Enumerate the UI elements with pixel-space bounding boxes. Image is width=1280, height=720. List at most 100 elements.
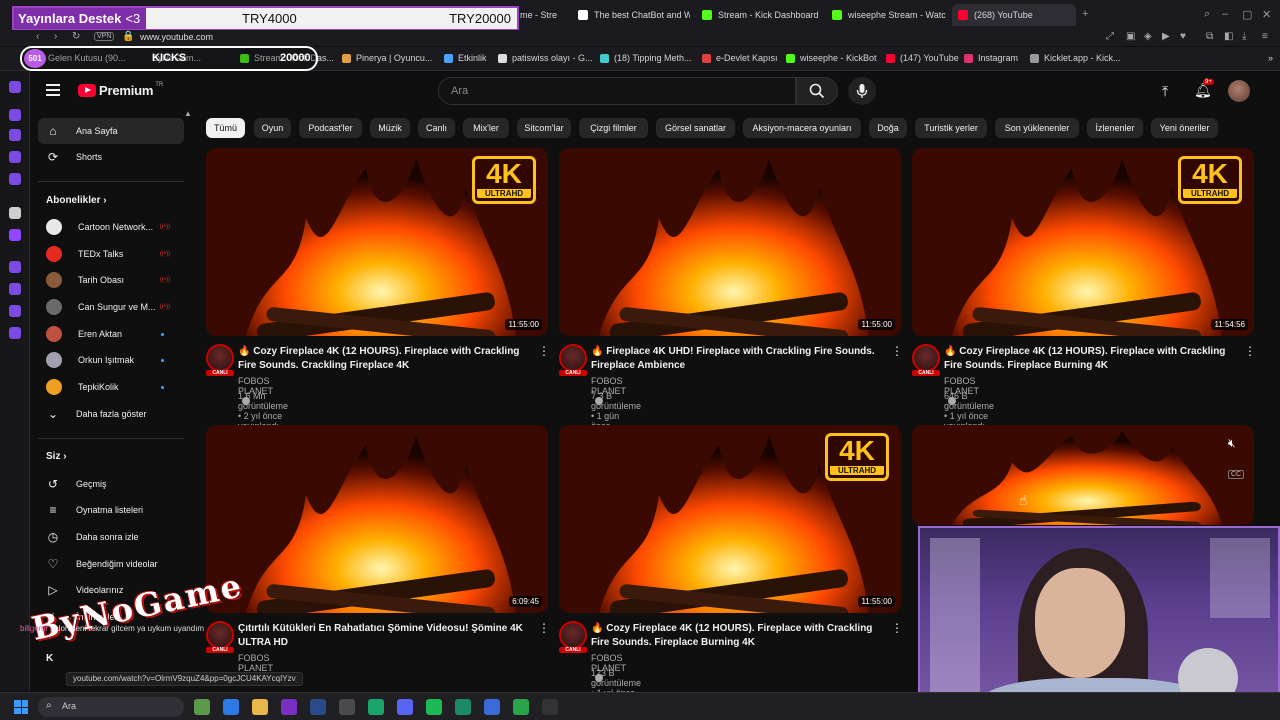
channel-avatar[interactable]: CANLI bbox=[912, 344, 940, 376]
sidebar-item-subscription[interactable]: Eren Aktan bbox=[38, 321, 184, 347]
chip[interactable]: Doğa bbox=[869, 118, 907, 138]
minimize-icon[interactable]: – bbox=[1222, 8, 1228, 20]
downloads-icon[interactable]: ⤓ bbox=[1242, 31, 1246, 42]
taskbar-app-icon[interactable] bbox=[455, 699, 471, 715]
start-button-icon[interactable] bbox=[14, 700, 28, 714]
bookmark-item[interactable]: Etkinlik bbox=[444, 53, 487, 63]
video-thumbnail[interactable]: 11:54:56 4K ULTRAHD bbox=[912, 148, 1254, 336]
sidebar-item-history[interactable]: ↺ Geçmiş bbox=[38, 471, 184, 497]
close-icon[interactable]: ✕ bbox=[1262, 8, 1271, 21]
taskbar-app-icon[interactable] bbox=[252, 699, 268, 715]
chip[interactable]: Sitcom'lar bbox=[517, 118, 571, 138]
video-title[interactable]: 🔥 Cozy Fireplace 4K (12 HOURS). Fireplac… bbox=[238, 345, 530, 373]
more-options-icon[interactable]: ⋮ bbox=[891, 621, 903, 635]
tab-kick-dashboard[interactable]: Stream - Kick Dashboard bbox=[696, 4, 822, 26]
you-header[interactable]: Siz › bbox=[46, 451, 67, 462]
mute-icon[interactable]: 🔇︎ bbox=[1228, 436, 1236, 451]
notifications-bell-icon[interactable]: 🔔︎ 9+ bbox=[1194, 79, 1214, 99]
taskbar-app-icon[interactable] bbox=[513, 699, 529, 715]
scroll-up-icon[interactable]: ▲ bbox=[184, 109, 192, 118]
sidebar-app-icon[interactable] bbox=[9, 261, 21, 273]
chip[interactable]: Turistik yerler bbox=[915, 118, 987, 138]
video-title[interactable]: 🔥 Cozy Fireplace 4K (12 HOURS). Fireplac… bbox=[591, 622, 883, 650]
reload-icon[interactable]: ↻ bbox=[72, 31, 80, 42]
screenshot-icon[interactable]: ▣ bbox=[1126, 31, 1135, 42]
menu-icon[interactable]: ≡ bbox=[1262, 31, 1268, 42]
taskbar-app-icon[interactable] bbox=[281, 699, 297, 715]
tab-youtube[interactable]: (268) YouTube bbox=[952, 4, 1076, 26]
taskbar-app-icon[interactable] bbox=[339, 699, 355, 715]
video-title[interactable]: 🔥 Fireplace 4K UHD! Fireplace with Crack… bbox=[591, 345, 883, 373]
sidebar-item-playlists[interactable]: ≡ Oynatma listeleri bbox=[38, 497, 184, 523]
sidebar-item-subscription[interactable]: Can Sungur ve M... ((•)) bbox=[38, 294, 184, 320]
chip[interactable]: Yeni öneriler bbox=[1151, 118, 1218, 138]
chip[interactable]: Görsel sanatlar bbox=[656, 118, 735, 138]
taskbar-app-icon[interactable] bbox=[310, 699, 326, 715]
settings-icon[interactable] bbox=[9, 327, 21, 339]
youtube-premium-logo[interactable]: Premium TR bbox=[78, 82, 163, 98]
chip[interactable]: Mix'ler bbox=[463, 118, 509, 138]
channel-avatar[interactable]: CANLI bbox=[206, 344, 234, 376]
chip[interactable]: Müzik bbox=[370, 118, 410, 138]
sidebar-app-icon[interactable] bbox=[9, 305, 21, 317]
tab-chatbot[interactable]: The best ChatBot and W bbox=[572, 4, 690, 26]
sidebar-item-subscription[interactable]: Orkun Işıtmak bbox=[38, 347, 184, 373]
bookmark-item[interactable]: Pinerya | Oyuncu... bbox=[342, 53, 432, 63]
more-options-icon[interactable]: ⋮ bbox=[891, 344, 903, 358]
bookmark-item[interactable]: Instagram bbox=[964, 53, 1018, 63]
sidebar-app-icon[interactable] bbox=[9, 207, 21, 219]
avatar[interactable] bbox=[1228, 80, 1250, 102]
bookmark-item[interactable]: (147) YouTube bbox=[886, 53, 959, 63]
video-thumbnail[interactable] bbox=[912, 425, 1254, 525]
heart-icon[interactable]: ♥ bbox=[1180, 31, 1186, 42]
sidebar-app-icon[interactable] bbox=[9, 173, 21, 185]
captions-button[interactable]: CC bbox=[1228, 470, 1245, 479]
search-tabs-icon[interactable]: ⌕ bbox=[1204, 8, 1210, 21]
channel-avatar[interactable]: CANLI bbox=[206, 621, 234, 653]
search-button[interactable] bbox=[796, 77, 838, 105]
tab-kick-watch[interactable]: wiseephe Stream - Watc bbox=[826, 4, 948, 26]
channel-avatar[interactable]: CANLI bbox=[559, 621, 587, 653]
chip[interactable]: İzlenenler bbox=[1087, 118, 1143, 138]
video-thumbnail[interactable]: 6:09:45 bbox=[206, 425, 548, 613]
sidebar-item-subscription[interactable]: TEDx Talks ((•)) bbox=[38, 241, 184, 267]
sidebar-item-subscription[interactable]: Cartoon Network... ((•)) bbox=[38, 214, 184, 240]
sidebar-item-watch-later[interactable]: ◷ Daha sonra izle bbox=[38, 524, 184, 550]
sidebar-item-subscription[interactable]: TepkiKolik bbox=[38, 374, 184, 400]
extensions-icon[interactable]: ⧉ bbox=[1206, 31, 1213, 42]
chip-all[interactable]: Tümü bbox=[206, 118, 245, 138]
video-popout-icon[interactable]: ▶ bbox=[1162, 31, 1170, 42]
taskbar-app-icon[interactable] bbox=[223, 699, 239, 715]
more-options-icon[interactable]: ⋮ bbox=[538, 344, 550, 358]
sidebar-app-icon[interactable] bbox=[9, 81, 21, 93]
back-icon[interactable]: ‹ bbox=[36, 31, 39, 42]
hamburger-menu-icon[interactable] bbox=[46, 84, 60, 96]
show-more-button[interactable]: ⌄ Daha fazla göster bbox=[38, 401, 184, 427]
sidebar-item-liked[interactable]: ♡ Beğendiğim videolar bbox=[38, 551, 184, 577]
taskbar-app-icon[interactable] bbox=[542, 699, 558, 715]
shield-icon[interactable]: ◈ bbox=[1144, 31, 1152, 42]
sidebar-app-icon[interactable] bbox=[9, 283, 21, 295]
bookmark-item[interactable]: Kicklet.app - Kick... bbox=[1030, 53, 1121, 63]
more-options-icon[interactable]: ⋮ bbox=[1244, 344, 1256, 358]
taskbar-app-icon[interactable] bbox=[397, 699, 413, 715]
video-title[interactable]: Çıtırtılı Kütükleri En Rahatlatıcı Şömin… bbox=[238, 622, 530, 650]
chip[interactable]: Canlı bbox=[418, 118, 455, 138]
chip[interactable]: Podcast'ler bbox=[299, 118, 362, 138]
new-tab-button[interactable]: + bbox=[1082, 8, 1088, 20]
sidebar-app-icon[interactable] bbox=[9, 129, 21, 141]
taskbar-app-icon[interactable] bbox=[484, 699, 500, 715]
sidebar-item-subscription[interactable]: Tarih Obası ((•)) bbox=[38, 267, 184, 293]
twitch-icon[interactable] bbox=[9, 229, 21, 241]
chip[interactable]: Son yüklenenler bbox=[995, 118, 1079, 138]
channel-avatar[interactable]: CANLI bbox=[559, 344, 587, 376]
bookmark-item[interactable]: e-Devlet Kapısı bbox=[702, 53, 778, 63]
vpn-badge[interactable]: VPN bbox=[94, 32, 115, 41]
sidebar-app-icon[interactable] bbox=[9, 109, 21, 121]
video-thumbnail[interactable]: 11:55:00 4K ULTRAHD bbox=[206, 148, 548, 336]
subscriptions-header[interactable]: Abonelikler › bbox=[46, 195, 107, 206]
video-thumbnail[interactable]: 11:55:00 4K ULTRAHD bbox=[559, 425, 901, 613]
taskbar-app-icon[interactable] bbox=[368, 699, 384, 715]
taskbar-app-icon[interactable] bbox=[426, 699, 442, 715]
sidebar-app-icon[interactable] bbox=[9, 151, 21, 163]
